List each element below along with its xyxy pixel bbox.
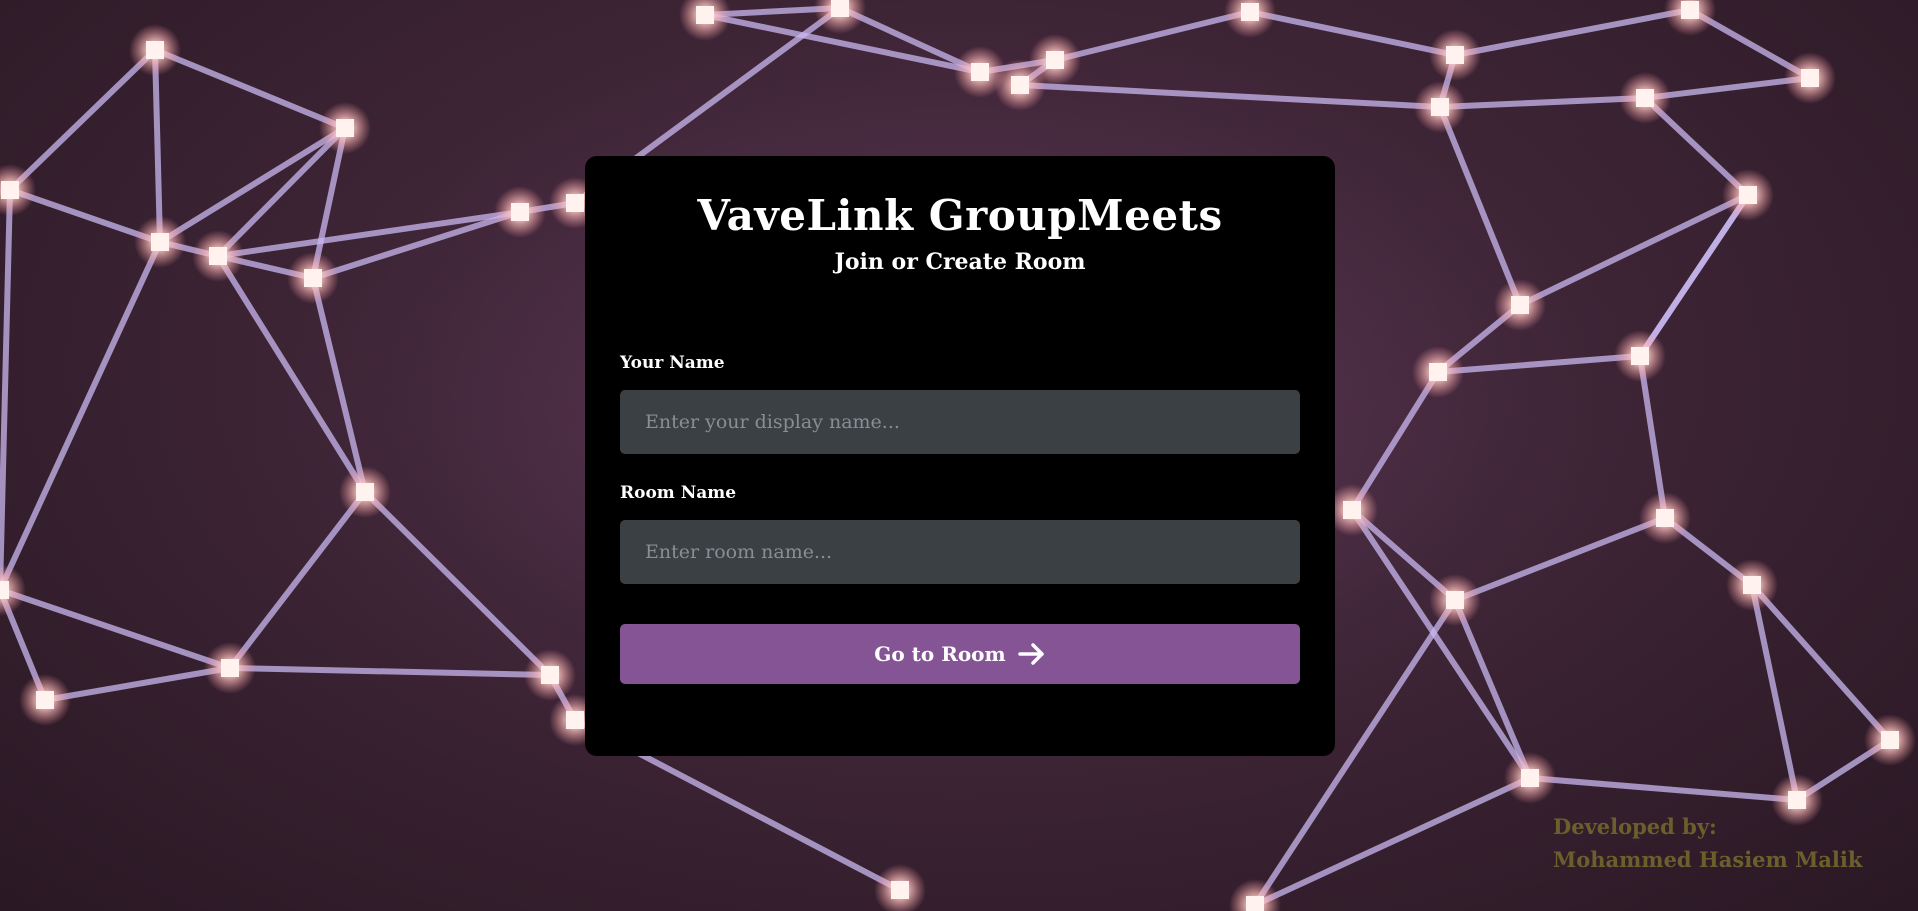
network-node xyxy=(1788,791,1806,809)
network-node xyxy=(1241,3,1259,21)
app-title: VaveLink GroupMeets xyxy=(697,191,1223,240)
network-node xyxy=(304,269,322,287)
network-node xyxy=(151,233,169,251)
network-node xyxy=(1521,769,1539,787)
join-room-card: VaveLink GroupMeets Join or Create Room … xyxy=(585,156,1335,756)
go-to-room-label: Go to Room xyxy=(874,642,1006,666)
network-node xyxy=(1801,69,1819,87)
network-node xyxy=(1011,76,1029,94)
network-node xyxy=(1881,731,1899,749)
network-node xyxy=(336,119,354,137)
network-node xyxy=(1246,896,1264,911)
network-node xyxy=(1681,1,1699,19)
network-node xyxy=(511,203,529,221)
network-node xyxy=(566,194,584,212)
network-node xyxy=(1046,51,1064,69)
network-node xyxy=(891,881,909,899)
network-node xyxy=(541,666,559,684)
network-node xyxy=(1429,363,1447,381)
developer-credit-line2: Mohammed Hasiem Malik xyxy=(1553,847,1863,872)
display-name-input[interactable] xyxy=(620,390,1300,454)
network-node xyxy=(566,711,584,729)
network-node xyxy=(1739,186,1757,204)
network-node xyxy=(696,6,714,24)
network-node xyxy=(36,691,54,709)
network-node xyxy=(209,247,227,265)
room-name-label: Room Name xyxy=(620,483,737,503)
network-node xyxy=(0,581,9,599)
arrow-right-icon xyxy=(1017,642,1046,666)
network-node xyxy=(1656,509,1674,527)
network-node xyxy=(1631,347,1649,365)
network-node xyxy=(356,483,374,501)
network-node xyxy=(1446,46,1464,64)
developer-credit: Developed by: Mohammed Hasiem Malik xyxy=(1553,810,1862,876)
network-node xyxy=(1743,576,1761,594)
network-node xyxy=(1636,89,1654,107)
go-to-room-button[interactable]: Go to Room xyxy=(620,624,1300,684)
your-name-label: Your Name xyxy=(620,353,725,373)
network-node xyxy=(971,63,989,81)
room-name-input[interactable] xyxy=(620,520,1300,584)
page-subtitle: Join or Create Room xyxy=(834,249,1086,275)
network-node xyxy=(1,181,19,199)
network-node xyxy=(831,0,849,17)
network-node xyxy=(221,659,239,677)
network-node xyxy=(1343,501,1361,519)
network-node xyxy=(1511,296,1529,314)
network-node xyxy=(1446,591,1464,609)
network-node xyxy=(146,41,164,59)
network-node xyxy=(1431,98,1449,116)
developer-credit-line1: Developed by: xyxy=(1553,814,1717,839)
